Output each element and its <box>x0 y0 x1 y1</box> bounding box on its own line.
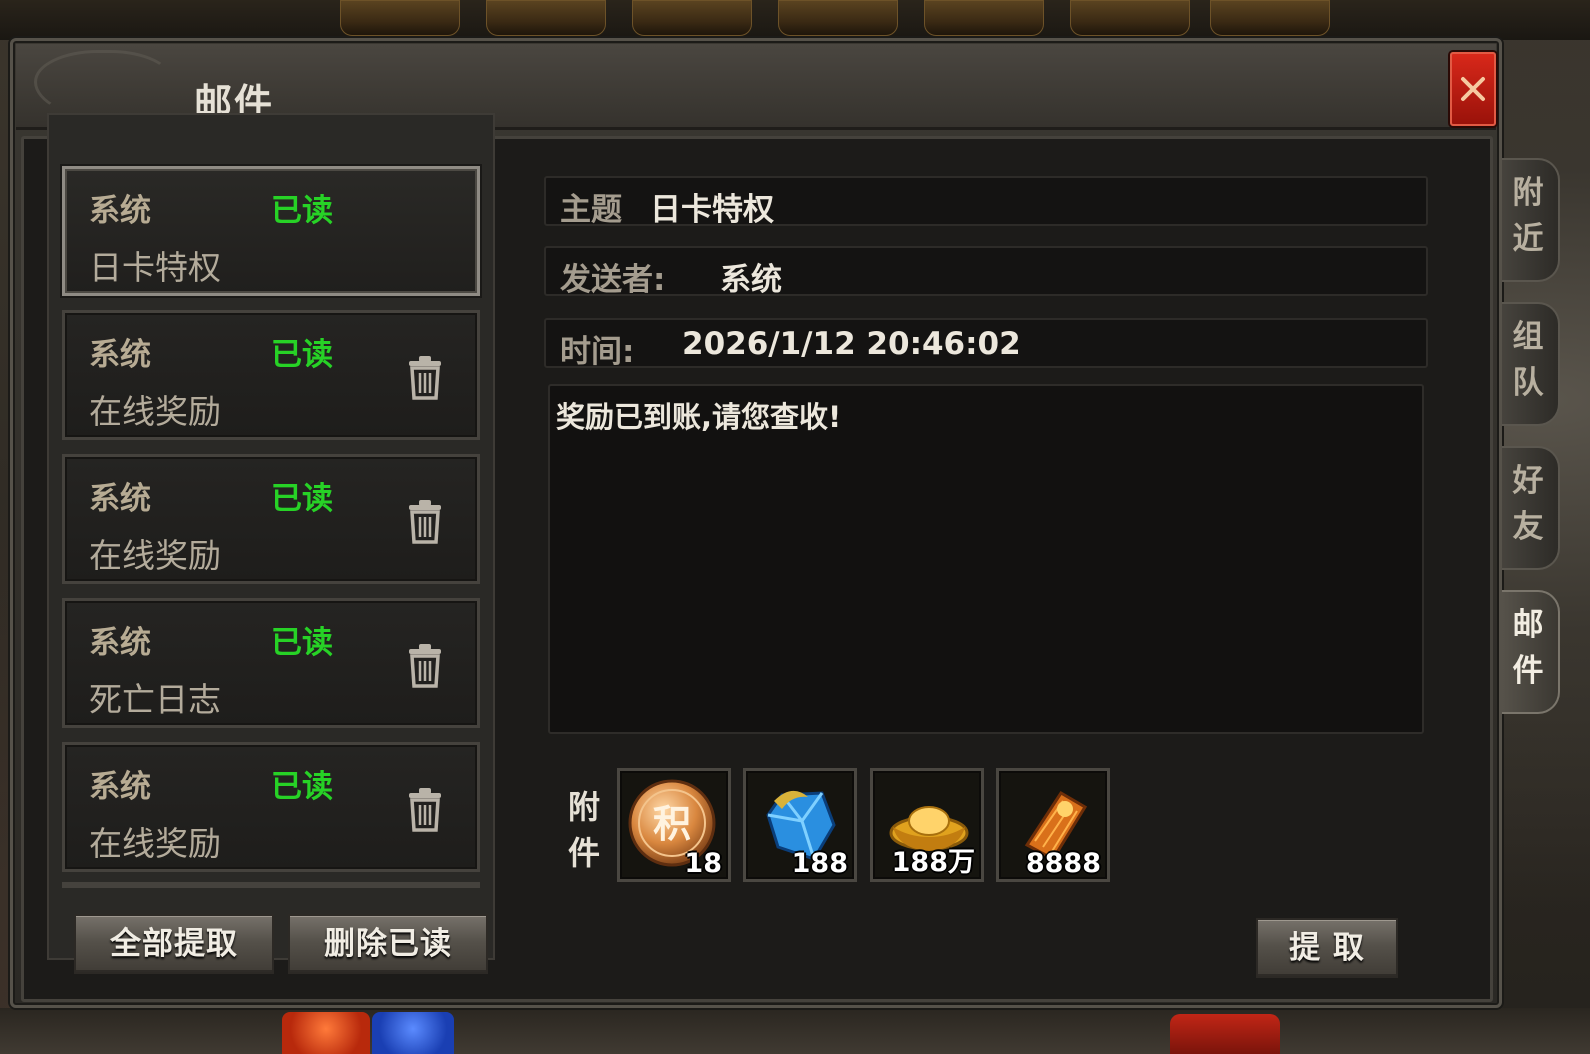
sender-value: 系统 <box>720 262 782 298</box>
side-tab-label: 好友 <box>1512 463 1544 545</box>
mail-read-status: 已读 <box>271 337 333 373</box>
top-tab <box>1070 0 1190 36</box>
side-tab-team[interactable]: 组队 <box>1502 302 1560 426</box>
attachments-label: 附件 <box>568 788 601 872</box>
attachment-slot[interactable]: 8888 <box>996 768 1110 882</box>
hp-orb <box>282 1012 370 1054</box>
top-tab <box>632 0 752 36</box>
side-tab-label: 邮件 <box>1512 607 1544 689</box>
bottom-skill-button <box>1170 1014 1280 1054</box>
claim-all-button[interactable]: 全部提取 <box>74 914 274 974</box>
trash-icon[interactable] <box>405 499 445 545</box>
time-field: 时间: 2026/1/12 20:46:02 <box>544 318 1428 370</box>
top-tab <box>1210 0 1330 36</box>
side-tab-label: 组队 <box>1512 319 1544 401</box>
mail-read-status: 已读 <box>271 769 333 805</box>
time-label: 时间: <box>560 334 635 370</box>
mail-body-text: 奖励已到账,请您查收! <box>556 400 842 434</box>
attachment-slot[interactable]: 积 18 <box>617 768 731 882</box>
mail-subject: 在线奖励 <box>89 536 221 575</box>
attachment-slot[interactable]: 188 <box>743 768 857 882</box>
game-bottom-bar <box>0 1008 1590 1054</box>
mail-subject: 死亡日志 <box>89 680 221 719</box>
attachment-slot[interactable]: 188万 <box>870 768 984 882</box>
trash-icon[interactable] <box>405 355 445 401</box>
mail-sender: 系统 <box>89 769 151 805</box>
subject-field: 主题 日卡特权 <box>544 176 1428 228</box>
sender-field: 发送者: 系统 <box>544 246 1428 298</box>
trash-icon[interactable] <box>405 787 445 833</box>
side-tab-label: 附近 <box>1512 175 1544 257</box>
side-tab-friends[interactable]: 好友 <box>1502 446 1560 570</box>
close-button[interactable] <box>1450 52 1496 126</box>
coin-glyph: 积 <box>653 802 691 846</box>
close-icon <box>1461 77 1485 101</box>
mail-sender: 系统 <box>89 193 151 229</box>
mail-item[interactable]: 系统 已读 在线奖励 <box>62 742 480 872</box>
mail-subject: 在线奖励 <box>89 824 221 863</box>
mail-sender: 系统 <box>89 337 151 373</box>
mail-sender: 系统 <box>89 625 151 661</box>
mail-item[interactable]: 系统 已读 在线奖励 <box>62 454 480 584</box>
attachment-count: 18 <box>684 848 722 879</box>
mail-body: 奖励已到账,请您查收! <box>548 384 1424 734</box>
top-tab <box>778 0 898 36</box>
mail-read-status: 已读 <box>271 481 333 517</box>
time-value: 2026/1/12 20:46:02 <box>682 326 1021 362</box>
side-tab-nearby[interactable]: 附近 <box>1502 158 1560 282</box>
top-tab <box>486 0 606 36</box>
subject-label: 主题 <box>560 192 622 228</box>
game-top-tab-strip <box>0 0 1590 40</box>
sender-label: 发送者: <box>560 262 666 298</box>
mp-orb <box>372 1012 454 1054</box>
mail-subject: 在线奖励 <box>89 392 221 431</box>
top-tab <box>924 0 1044 36</box>
mail-item[interactable]: 系统 已读 死亡日志 <box>62 598 480 728</box>
attachment-count: 8888 <box>1025 848 1101 879</box>
trash-icon[interactable] <box>405 643 445 689</box>
mail-read-status: 已读 <box>271 193 333 229</box>
cloud-ornament-icon <box>34 50 174 120</box>
mail-item[interactable]: 系统 已读 日卡特权 <box>62 166 480 296</box>
mail-sender: 系统 <box>89 481 151 517</box>
mail-subject: 日卡特权 <box>89 248 221 287</box>
subject-value: 日卡特权 <box>650 192 774 228</box>
side-tab-mail[interactable]: 邮件 <box>1502 590 1560 714</box>
delete-read-button[interactable]: 删除已读 <box>288 914 488 974</box>
attachment-count: 188 <box>791 848 848 879</box>
mail-item[interactable]: 系统 已读 在线奖励 <box>62 310 480 440</box>
top-tab <box>340 0 460 36</box>
claim-button[interactable]: 提 取 <box>1256 918 1398 978</box>
mail-read-status: 已读 <box>271 625 333 661</box>
list-scroll-edge <box>62 882 480 888</box>
attachment-count: 188万 <box>891 847 975 878</box>
